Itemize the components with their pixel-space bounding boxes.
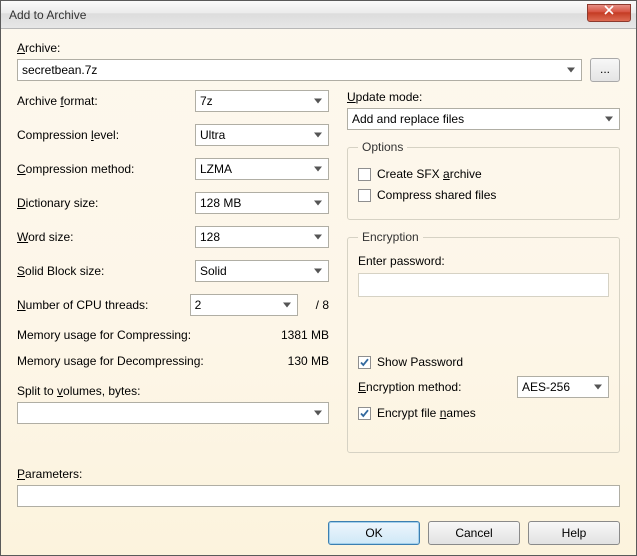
sfx-checkbox[interactable] xyxy=(358,168,371,181)
params-input[interactable] xyxy=(17,485,620,507)
dict-value: 128 MB xyxy=(200,196,241,210)
archive-value: secretbean.7z xyxy=(22,63,97,77)
level-value: Ultra xyxy=(200,128,225,142)
mem-comp-value: 1381 MB xyxy=(281,328,329,342)
method-value: LZMA xyxy=(200,162,232,176)
threads-value: 2 xyxy=(195,298,202,312)
close-button[interactable] xyxy=(587,4,631,22)
update-label: Update mode: xyxy=(347,90,620,104)
left-column: Archive format: 7z Compression level: Ul… xyxy=(17,90,329,463)
word-label: Word size: xyxy=(17,230,195,244)
archive-section: Archive: secretbean.7z ... xyxy=(17,41,620,82)
format-value: 7z xyxy=(200,94,213,108)
password-label: Enter password: xyxy=(358,254,609,268)
options-fieldset: Options Create SFX archive Compress shar… xyxy=(347,140,620,220)
threads-of: / 8 xyxy=(316,298,329,312)
level-label: Compression level: xyxy=(17,128,195,142)
shared-label: Compress shared files xyxy=(377,188,496,202)
password-input[interactable] xyxy=(358,273,609,297)
showpw-checkbox-row[interactable]: Show Password xyxy=(358,355,609,369)
encryption-legend: Encryption xyxy=(358,230,423,244)
split-label: Split to volumes, bytes: xyxy=(17,384,329,398)
mem-comp-label: Memory usage for Compressing: xyxy=(17,328,191,342)
sfx-checkbox-row[interactable]: Create SFX archive xyxy=(358,167,609,181)
cancel-button[interactable]: Cancel xyxy=(428,521,520,545)
format-label: Archive format: xyxy=(17,94,195,108)
encryption-fieldset: Encryption Enter password: Show Password… xyxy=(347,230,620,453)
encnames-checkbox-row[interactable]: Encrypt file names xyxy=(358,406,609,420)
shared-checkbox[interactable] xyxy=(358,189,371,202)
dict-combo[interactable]: 128 MB xyxy=(195,192,329,214)
showpw-label: Show Password xyxy=(377,355,463,369)
dialog-window: Add to Archive Archive: secretbean.7z ..… xyxy=(0,0,637,556)
threads-combo[interactable]: 2 xyxy=(190,294,298,316)
archive-combo[interactable]: secretbean.7z xyxy=(17,59,582,81)
showpw-checkbox[interactable] xyxy=(358,356,371,369)
right-column: Update mode: Add and replace files Optio… xyxy=(347,90,620,463)
block-combo[interactable]: Solid xyxy=(195,260,329,282)
encmethod-combo[interactable]: AES-256 xyxy=(517,376,609,398)
sfx-label: Create SFX archive xyxy=(377,167,482,181)
dialog-footer: OK Cancel Help xyxy=(17,507,620,545)
update-value: Add and replace files xyxy=(352,112,464,126)
level-combo[interactable]: Ultra xyxy=(195,124,329,146)
mem-decomp-label: Memory usage for Decompressing: xyxy=(17,354,204,368)
window-title: Add to Archive xyxy=(9,8,86,22)
archive-label: Archive: xyxy=(17,41,620,55)
method-label: Compression method: xyxy=(17,162,195,176)
mem-decomp-value: 130 MB xyxy=(288,354,329,368)
close-icon xyxy=(604,5,614,15)
shared-checkbox-row[interactable]: Compress shared files xyxy=(358,188,609,202)
dialog-body: Archive: secretbean.7z ... Archive forma… xyxy=(1,29,636,555)
encmethod-label: Encryption method: xyxy=(358,380,511,394)
format-combo[interactable]: 7z xyxy=(195,90,329,112)
block-value: Solid xyxy=(200,264,227,278)
help-button[interactable]: Help xyxy=(528,521,620,545)
encnames-checkbox[interactable] xyxy=(358,407,371,420)
encmethod-value: AES-256 xyxy=(522,380,570,394)
word-value: 128 xyxy=(200,230,220,244)
word-combo[interactable]: 128 xyxy=(195,226,329,248)
update-combo[interactable]: Add and replace files xyxy=(347,108,620,130)
options-legend: Options xyxy=(358,140,407,154)
title-bar: Add to Archive xyxy=(1,1,636,29)
ok-button[interactable]: OK xyxy=(328,521,420,545)
browse-button[interactable]: ... xyxy=(590,58,620,82)
threads-label: Number of CPU threads: xyxy=(17,298,190,312)
block-label: Solid Block size: xyxy=(17,264,195,278)
params-label: Parameters: xyxy=(17,467,620,481)
method-combo[interactable]: LZMA xyxy=(195,158,329,180)
split-combo[interactable] xyxy=(17,402,329,424)
dict-label: Dictionary size: xyxy=(17,196,195,210)
encnames-label: Encrypt file names xyxy=(377,406,476,420)
